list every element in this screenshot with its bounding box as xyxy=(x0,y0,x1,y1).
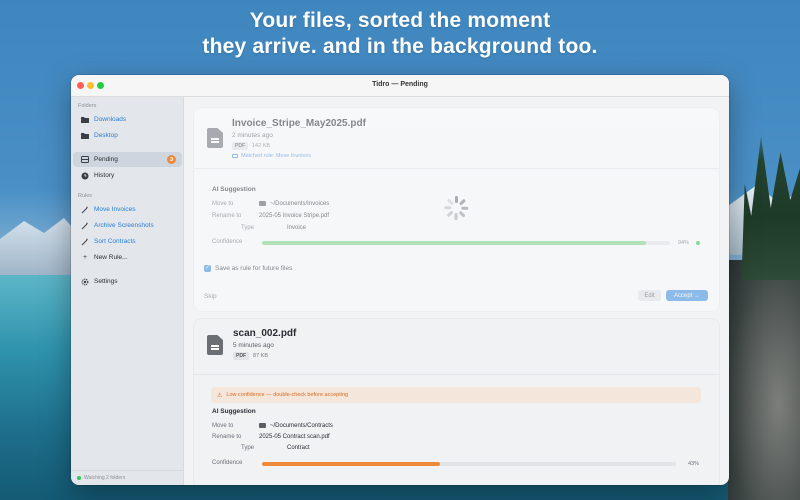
wand-icon xyxy=(81,206,89,214)
sidebar-item-archive-screenshots[interactable]: Archive Screenshots xyxy=(73,218,182,233)
background-mountain-left xyxy=(0,218,80,275)
edit-button[interactable]: Edit xyxy=(638,290,661,301)
pending-file-card: scan_002.pdf 5 minutes ago PDF 87 KB ⚠ L… xyxy=(194,319,719,485)
sidebar-item-label: Move Invoices xyxy=(94,206,136,213)
warning-text: Low confidence — double-check before acc… xyxy=(226,392,349,398)
app-window: Tidro — Pending Folders Downloads Deskto… xyxy=(71,75,729,485)
ai-suggestion-title: AI Suggestion xyxy=(212,408,256,415)
sidebar-footer-status: Watching 2 folders xyxy=(71,470,184,485)
folder-icon xyxy=(259,423,266,428)
type-value: Invoice xyxy=(287,225,307,231)
hero-headline: Your files, sorted the moment they arriv… xyxy=(0,8,800,60)
confidence-bar-fill xyxy=(262,241,646,245)
rename-to-label: Rename to xyxy=(212,213,242,219)
move-to-path: ~/Documents/Invoices xyxy=(270,201,330,208)
warning-icon: ⚠ xyxy=(217,392,223,399)
confidence-ok-dot xyxy=(696,241,700,245)
folder-icon xyxy=(81,132,89,140)
pending-file-card: Invoice_Stripe_May2025.pdf 2 minutes ago… xyxy=(194,108,719,311)
hero-line-2: they arrive. and in the background too. xyxy=(202,35,598,58)
title-bar: Tidro — Pending xyxy=(71,75,729,97)
rename-to-value: 2025-05 Invoice Stripe.pdf xyxy=(259,213,330,219)
accept-button[interactable]: Accept → xyxy=(666,290,708,301)
folder-icon xyxy=(259,201,266,206)
save-as-rule-checkbox[interactable]: ✓ xyxy=(204,265,211,272)
status-dot xyxy=(77,476,81,480)
confidence-label: Confidence xyxy=(212,460,243,466)
pdf-document-icon xyxy=(207,335,223,355)
save-as-rule-label: Save as rule for future files xyxy=(215,265,293,272)
pending-count-badge: 3 xyxy=(167,155,176,164)
card-divider xyxy=(194,168,719,169)
file-size: 87 KB xyxy=(253,353,268,359)
sidebar-section-folders: Folders xyxy=(78,103,97,109)
rename-to-value: 2025-05 Contract scan.pdf xyxy=(259,434,330,440)
plus-icon: + xyxy=(82,254,88,261)
pending-list: Invoice_Stripe_May2025.pdf 2 minutes ago… xyxy=(185,97,729,485)
sidebar-item-label: Settings xyxy=(94,278,118,285)
sidebar-item-label: History xyxy=(94,172,115,179)
sidebar-item-desktop[interactable]: Desktop xyxy=(73,128,182,143)
wand-icon xyxy=(81,238,89,246)
move-to-label: Move to xyxy=(212,423,234,429)
ai-suggestion-title: AI Suggestion xyxy=(212,186,256,193)
type-label: Type xyxy=(241,445,255,451)
rule-tag-icon xyxy=(232,153,238,158)
low-confidence-warning: ⚠ Low confidence — double-check before a… xyxy=(211,387,701,403)
file-time: 2 minutes ago xyxy=(232,132,273,139)
sidebar-item-sort-contracts[interactable]: Sort Contracts xyxy=(73,234,182,249)
confidence-bar xyxy=(262,241,670,245)
rename-to-label: Rename to xyxy=(212,434,242,440)
clock-icon xyxy=(81,172,89,180)
sidebar-item-move-invoices[interactable]: Move Invoices xyxy=(73,202,182,217)
sidebar-item-label: Archive Screenshots xyxy=(94,222,154,229)
file-size: 142 KB xyxy=(252,143,271,149)
pdf-document-icon xyxy=(207,128,223,148)
confidence-percent: 94% xyxy=(678,240,690,246)
confidence-bar-fill xyxy=(262,462,441,466)
confidence-label: Confidence xyxy=(212,239,243,245)
file-type-tag: PDF xyxy=(233,352,249,360)
file-type-tag: PDF xyxy=(232,142,248,150)
matched-rule-text: Matched rule: Move Invoices xyxy=(241,153,312,159)
loading-spinner-icon xyxy=(444,196,469,220)
tray-icon xyxy=(81,156,89,164)
file-name: Invoice_Stripe_May2025.pdf xyxy=(232,118,366,129)
card-divider xyxy=(194,374,719,375)
move-to-value: ~/Documents/Invoices xyxy=(259,201,329,207)
sidebar-item-settings[interactable]: Settings xyxy=(73,274,182,289)
confidence-percent: 43% xyxy=(688,461,700,467)
sidebar: Folders Downloads Desktop Pending 3 Hist… xyxy=(71,97,184,485)
new-rule-button[interactable]: + New Rule... xyxy=(73,250,182,265)
sidebar-item-label: Downloads xyxy=(94,116,127,123)
wand-icon xyxy=(81,222,89,230)
confidence-bar xyxy=(262,462,676,466)
sidebar-item-label: Sort Contracts xyxy=(94,238,136,245)
type-value: Contract xyxy=(287,445,310,451)
sidebar-item-history[interactable]: History xyxy=(73,168,182,183)
sidebar-section-rules: Rules xyxy=(78,193,93,199)
sidebar-item-label: Pending xyxy=(94,156,118,163)
gear-icon xyxy=(81,278,89,286)
matched-rule-label: Matched rule: Move Invoices xyxy=(232,153,311,159)
sidebar-item-pending[interactable]: Pending 3 xyxy=(73,152,182,167)
file-time: 5 minutes ago xyxy=(233,342,274,349)
skip-button[interactable]: Skip xyxy=(204,293,217,300)
folder-icon xyxy=(81,116,89,124)
hero-line-1: Your files, sorted the moment xyxy=(249,9,551,32)
background-trees xyxy=(741,136,800,280)
file-name: scan_002.pdf xyxy=(233,328,297,339)
sidebar-item-label: Desktop xyxy=(94,132,118,139)
background-shore xyxy=(728,260,800,500)
sidebar-item-downloads[interactable]: Downloads xyxy=(73,112,182,127)
type-label: Type xyxy=(241,225,255,231)
watching-status-text: Watching 2 folders xyxy=(84,475,126,481)
move-to-label: Move to xyxy=(212,201,234,207)
move-to-value: ~/Documents/Contracts xyxy=(259,423,333,429)
sidebar-item-label: New Rule... xyxy=(94,254,128,261)
move-to-path: ~/Documents/Contracts xyxy=(270,423,333,430)
window-title: Tidro — Pending xyxy=(372,81,428,88)
